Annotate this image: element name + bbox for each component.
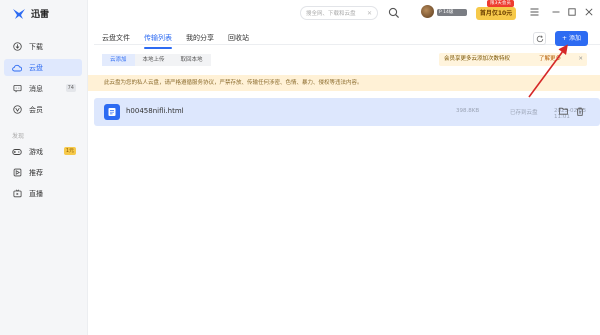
promo-banner: 会员享更多云添加次数特权 了解更多 ✕ <box>439 53 587 66</box>
notice-banner: 此云盘为您的私人云盘，请严格遵循服务协议，严禁存放、传输任何涉密、色情、暴力、侵… <box>88 75 600 91</box>
sidebar-item-label: 云盘 <box>29 63 43 72</box>
section-label-discover: 发现 <box>12 133 25 140</box>
sidebar-item-game[interactable]: 游戏 1元 <box>4 143 82 160</box>
search-icon[interactable] <box>388 7 400 19</box>
subtab-cloud-add[interactable]: 云添加 <box>102 54 135 66</box>
vip-promo-button[interactable]: 首月仅10元 <box>476 7 516 20</box>
table-row[interactable]: h00458nifli.html 398.8KB 已存到云盘 2023-02-0… <box>94 98 600 126</box>
game-icon <box>12 147 22 157</box>
promo-learn-more-link[interactable]: 了解更多 <box>539 53 561 66</box>
message-icon <box>12 84 22 94</box>
tab-cloud-files[interactable]: 云盘文件 <box>102 33 130 43</box>
recommend-icon <box>12 168 22 178</box>
download-icon <box>12 42 22 52</box>
file-name: h00458nifli.html <box>126 107 184 115</box>
sidebar-item-live[interactable]: 直播 <box>4 185 82 202</box>
sidebar-item-label: 会员 <box>29 105 43 114</box>
live-icon <box>12 189 22 199</box>
sidebar-item-download[interactable]: 下载 <box>4 38 82 55</box>
file-size: 398.8KB <box>456 108 480 114</box>
cloud-icon <box>12 63 22 73</box>
minimize-icon[interactable] <box>551 7 561 17</box>
file-status: 已存到云盘 <box>510 110 538 116</box>
avatar[interactable] <box>421 5 434 18</box>
search-input[interactable]: 搜全网、下载和云盘 ✕ <box>300 6 378 20</box>
app-logo: 迅雷 <box>12 7 49 20</box>
sidebar-item-label: 游戏 <box>29 147 43 156</box>
vip-ribbon: 限3天会员 <box>487 0 514 7</box>
promo-text: 会员享更多云添加次数特权 <box>444 56 511 62</box>
subtab-retrieve-local[interactable]: 取回本地 <box>172 54 211 66</box>
user-level-tag[interactable]: P 14级 <box>437 9 467 16</box>
delete-icon[interactable] <box>575 106 585 116</box>
thunder-logo-icon <box>13 8 25 19</box>
close-icon[interactable] <box>584 7 594 17</box>
sidebar-item-label: 直播 <box>29 189 43 198</box>
tab-transfer-list[interactable]: 传输列表 <box>144 33 172 49</box>
sidebar-item-label: 下载 <box>29 42 43 51</box>
subtabs: 云添加 本地上传 取回本地 <box>102 54 211 66</box>
tab-recycle-bin[interactable]: 回收站 <box>228 33 249 43</box>
sidebar-item-recommend[interactable]: 推荐 <box>4 164 82 181</box>
annotation-arrow <box>528 44 568 98</box>
clear-icon[interactable]: ✕ <box>367 10 372 17</box>
open-folder-icon[interactable] <box>558 106 568 116</box>
sidebar-item-cloud[interactable]: 云盘 <box>4 59 82 76</box>
subtab-local-upload[interactable]: 本地上传 <box>134 54 173 66</box>
sidebar: 迅雷 下载 云盘 消息 74 会员 发现 游戏 1元 推荐 直播 <box>0 0 88 335</box>
member-icon <box>12 105 22 115</box>
tab-my-shares[interactable]: 我的分享 <box>186 33 214 43</box>
sidebar-item-member[interactable]: 会员 <box>4 101 82 118</box>
sidebar-item-label: 消息 <box>29 84 43 93</box>
maximize-icon[interactable] <box>567 7 577 17</box>
refresh-icon[interactable] <box>533 32 546 45</box>
add-button[interactable]: + 添加 <box>555 31 588 46</box>
file-icon <box>104 104 120 120</box>
sidebar-item-label: 推荐 <box>29 168 43 177</box>
main-tabs: 云盘文件 传输列表 我的分享 回收站 <box>102 33 249 49</box>
sidebar-item-message[interactable]: 消息 74 <box>4 80 82 97</box>
search-placeholder: 搜全网、下载和云盘 <box>306 11 356 17</box>
tab-divider <box>94 44 600 45</box>
promo-close-icon[interactable]: ✕ <box>578 53 583 66</box>
game-promo-badge: 1元 <box>63 147 76 155</box>
message-count-badge: 74 <box>65 84 76 92</box>
app-name: 迅雷 <box>31 10 50 20</box>
menu-icon[interactable] <box>529 7 539 17</box>
